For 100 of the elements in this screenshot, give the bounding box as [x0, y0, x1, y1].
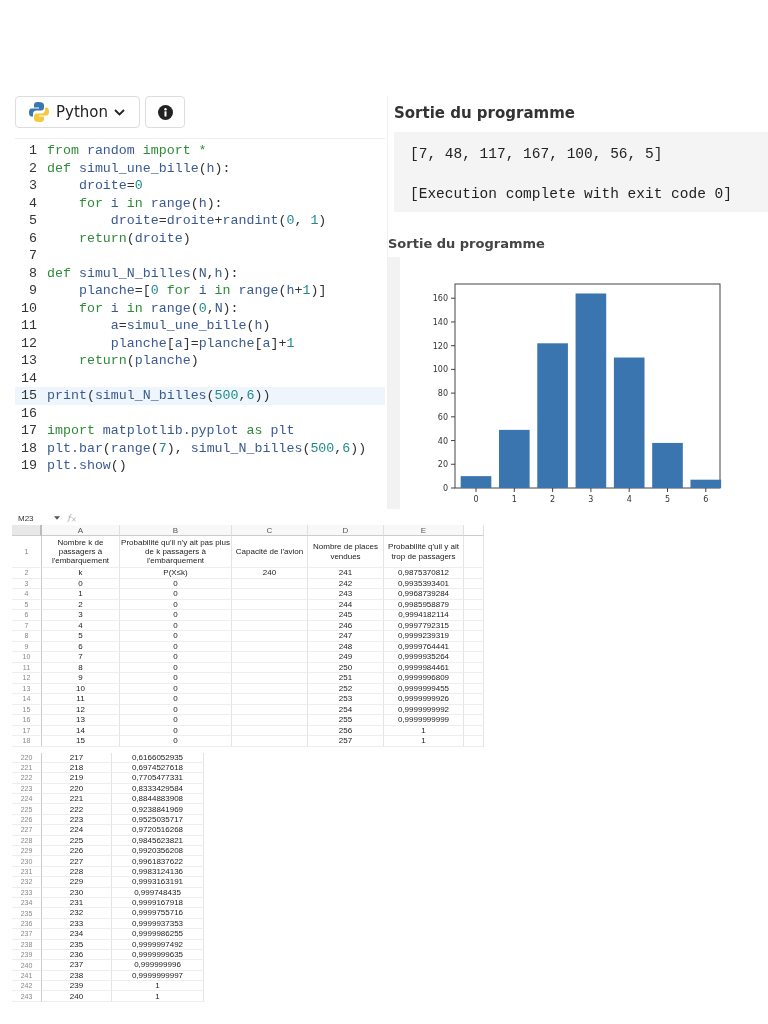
- dropdown-caret-icon[interactable]: [54, 516, 60, 520]
- x-tick-label: 2: [550, 495, 556, 504]
- empty-cell: [464, 578, 484, 589]
- empty-cell: [464, 589, 484, 600]
- empty-cell: [464, 631, 484, 642]
- table-cell: 239: [42, 981, 112, 992]
- table-cell: 0,9968739284: [384, 589, 464, 600]
- empty-cell: [464, 662, 484, 673]
- table-cell: 5: [42, 631, 120, 642]
- column-header[interactable]: C: [232, 525, 308, 536]
- table-cell: Nombre de places vendues: [308, 536, 384, 568]
- empty-cell: [464, 599, 484, 610]
- table-cell: 222: [42, 804, 112, 815]
- column-header[interactable]: A: [42, 525, 120, 536]
- empty-cell: [464, 694, 484, 705]
- bar: [652, 442, 683, 488]
- code-text: print(simul_N_billes(500,6)): [47, 388, 271, 404]
- python-logo-icon: [28, 101, 50, 123]
- x-tick-label: 5: [664, 495, 671, 504]
- console-line: [Execution complete with exit code 0]: [410, 186, 733, 204]
- line-number: 19: [20, 458, 37, 474]
- table-cell: 0,9999984461: [384, 662, 464, 673]
- table-cell: 242: [308, 578, 384, 589]
- table-cell: 0,9999239319: [384, 631, 464, 642]
- table-cell: 1: [42, 589, 120, 600]
- table-cell: 0,9985958879: [384, 599, 464, 610]
- table-cell: 1: [384, 736, 464, 747]
- table-cell: 219: [42, 773, 112, 784]
- table-cell: 0: [120, 578, 232, 589]
- table-cell: 0: [120, 631, 232, 642]
- table-cell: 15: [42, 736, 120, 747]
- table-cell: 0,9997792315: [384, 620, 464, 631]
- table-cell: 0,9525035717: [112, 814, 204, 826]
- table-cell: 225: [42, 835, 112, 846]
- table-cell: 223: [42, 814, 112, 826]
- line-number: 6: [28, 230, 37, 246]
- empty-cell: [464, 725, 484, 736]
- table-cell: 0: [120, 736, 232, 747]
- table-cell: 243: [308, 589, 384, 600]
- table-cell: 12: [42, 704, 120, 715]
- line-number: 16: [20, 405, 37, 421]
- table-cell: 0: [120, 683, 232, 694]
- code-text: plt.bar(range(7), simul_N_billes(500,6)): [47, 440, 367, 456]
- language-dropdown[interactable]: Python: [15, 96, 140, 128]
- column-header[interactable]: E: [384, 525, 464, 536]
- y-tick-label: 80: [437, 389, 448, 399]
- table-cell: 220: [42, 783, 112, 795]
- output-title: Sortie du programme: [394, 104, 576, 122]
- table-cell: 0,6974527618: [112, 762, 204, 774]
- table-cell: 0,9999999635: [112, 949, 204, 961]
- empty-cell: [464, 641, 484, 652]
- table-cell: 0,7705477331: [112, 773, 204, 784]
- table-cell: 244: [308, 599, 384, 610]
- empty-cell: [464, 736, 484, 747]
- table-cell: 6: [42, 641, 120, 652]
- table-cell: 252: [308, 683, 384, 694]
- name-box[interactable]: M23: [12, 513, 48, 523]
- bar: [499, 429, 530, 488]
- line-number: 3: [28, 178, 37, 194]
- table-cell: 240: [42, 991, 112, 1002]
- y-tick-label: 100: [432, 365, 448, 375]
- table-cell: 228: [42, 866, 112, 878]
- y-tick-label: 60: [437, 412, 448, 422]
- table-cell: k: [42, 568, 120, 579]
- table-cell: 0,9999997492: [112, 939, 204, 950]
- table-cell: 0,9845623821: [112, 835, 204, 846]
- table-cell: 235: [42, 939, 112, 950]
- line-number: 10: [20, 300, 37, 316]
- info-button[interactable]: [145, 96, 185, 128]
- table-cell: 0,9999167918: [112, 897, 204, 909]
- y-tick-label: 0: [442, 484, 448, 493]
- table-cell: 218: [42, 762, 112, 774]
- bar: [690, 479, 722, 488]
- x-tick-label: 3: [588, 495, 594, 504]
- table-cell: 0,9999937353: [112, 918, 204, 930]
- table-cell: 0: [120, 715, 232, 726]
- line-number: 14: [20, 370, 37, 386]
- line-number: 17: [20, 423, 37, 439]
- code-text: return(planche): [77, 353, 199, 369]
- table-cell: 0,9920356208: [112, 846, 204, 857]
- table-cell: 238: [42, 970, 112, 982]
- empty-cell: [464, 704, 484, 715]
- y-tick-label: 40: [437, 436, 448, 446]
- column-header[interactable]: D: [308, 525, 384, 536]
- x-tick-label: 1: [511, 495, 517, 504]
- table-cell: 0,999748435: [112, 887, 204, 898]
- empty-cell: [464, 715, 484, 726]
- column-header[interactable]: B: [120, 525, 232, 536]
- table-cell: 0,9994182114: [384, 610, 464, 621]
- table-cell: 0,9999999455: [384, 683, 464, 694]
- code-text: plt.show(): [47, 458, 127, 474]
- y-tick-label: 120: [432, 341, 448, 351]
- table-cell: 0: [120, 652, 232, 663]
- table-cell: Probabilité qu'il n'y ait pas plus de k passagers à l'embarquement: [120, 536, 232, 568]
- y-tick-label: 140: [432, 317, 448, 327]
- table-cell: 246: [308, 620, 384, 631]
- table-cell: 251: [308, 673, 384, 684]
- empty-cell: [464, 568, 484, 579]
- table-cell: 10: [42, 683, 120, 694]
- table-cell: 0: [120, 725, 232, 736]
